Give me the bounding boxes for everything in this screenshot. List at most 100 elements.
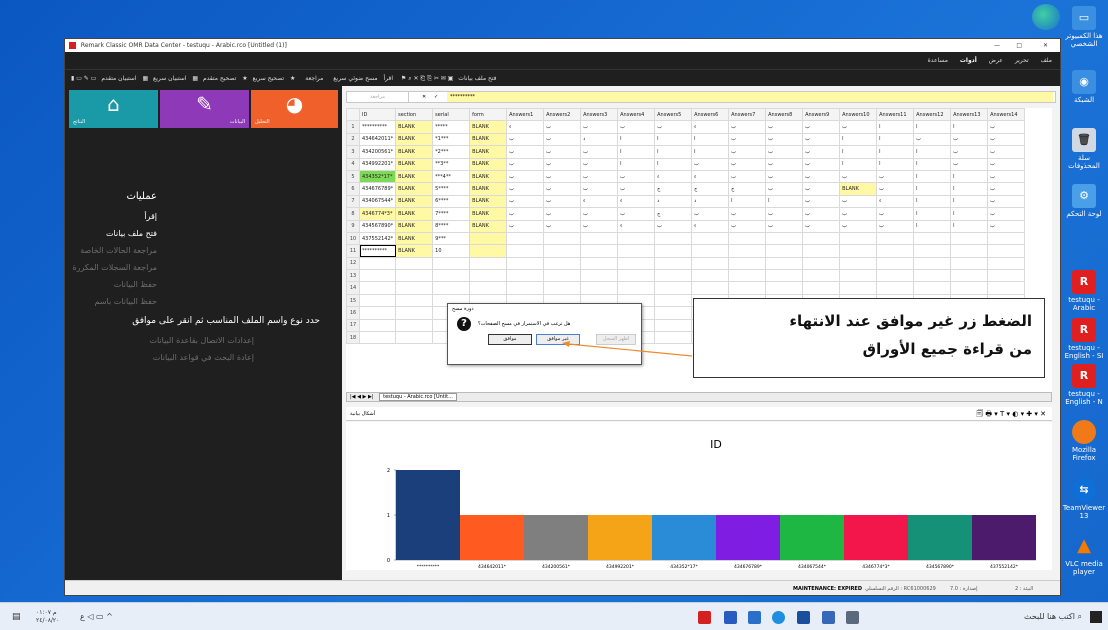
table-cell[interactable] bbox=[913, 244, 952, 258]
table-cell[interactable]: د bbox=[654, 194, 693, 209]
table-cell[interactable]: ********** bbox=[358, 120, 397, 134]
table-cell[interactable]: ا bbox=[617, 145, 656, 159]
table-cell[interactable]: 437552142* bbox=[358, 231, 397, 246]
column-header[interactable]: Answers3 bbox=[580, 108, 619, 122]
table-cell[interactable] bbox=[506, 269, 545, 283]
maximize-button[interactable]: □ bbox=[1016, 39, 1022, 52]
table-cell[interactable] bbox=[469, 231, 508, 246]
table-cell[interactable]: ا bbox=[617, 157, 656, 171]
column-header[interactable]: Answers12 bbox=[913, 108, 952, 122]
table-cell[interactable]: ب bbox=[802, 132, 841, 147]
taskbar-edge-icon[interactable] bbox=[772, 611, 785, 624]
table-cell[interactable] bbox=[691, 281, 730, 295]
table-cell[interactable]: ا bbox=[839, 145, 878, 159]
table-cell[interactable]: ء bbox=[506, 120, 545, 134]
save-icon[interactable]: ▣ ✉ ✂ ⎘ ⎗ ✕ ⌕ ⚑ bbox=[401, 75, 453, 82]
table-cell[interactable] bbox=[358, 281, 397, 295]
table-cell[interactable] bbox=[469, 256, 508, 271]
table-cell[interactable] bbox=[765, 244, 804, 258]
table-cell[interactable]: 6**** bbox=[432, 194, 471, 209]
table-cell[interactable]: BLANK bbox=[395, 194, 434, 209]
taskbar-explorer-icon[interactable] bbox=[748, 611, 761, 624]
minimize-button[interactable]: — bbox=[994, 39, 1000, 52]
table-cell[interactable] bbox=[432, 256, 471, 271]
table-cell[interactable] bbox=[950, 231, 989, 246]
table-cell[interactable] bbox=[395, 331, 434, 345]
menu-help[interactable]: مساعدة bbox=[928, 57, 948, 64]
table-cell[interactable] bbox=[469, 281, 508, 295]
table-cell[interactable] bbox=[358, 331, 397, 345]
table-cell[interactable]: ب bbox=[765, 145, 804, 159]
table-cell[interactable] bbox=[913, 231, 952, 246]
table-cell[interactable]: ب bbox=[802, 219, 841, 233]
table-cell[interactable]: ا bbox=[950, 219, 989, 233]
table-cell[interactable] bbox=[987, 281, 1026, 295]
row-number[interactable]: 9 bbox=[346, 219, 360, 233]
table-cell[interactable]: ب bbox=[913, 132, 952, 147]
table-cell[interactable] bbox=[913, 269, 952, 283]
desktop-icon-teamviewer[interactable]: ⇆ TeamViewer 13 bbox=[1062, 478, 1106, 520]
desktop-icon-firefox[interactable]: Mozilla Firefox bbox=[1062, 420, 1106, 462]
table-cell[interactable]: ا bbox=[839, 157, 878, 171]
row-number[interactable]: 10 bbox=[346, 231, 360, 246]
table-cell[interactable]: ب bbox=[802, 120, 841, 134]
table-cell[interactable] bbox=[802, 244, 841, 258]
row-number[interactable]: 12 bbox=[346, 256, 360, 271]
table-cell[interactable]: 434067544* bbox=[358, 194, 397, 209]
table-cell[interactable] bbox=[987, 256, 1026, 271]
row-number[interactable]: 3 bbox=[346, 145, 360, 159]
table-cell[interactable]: **3** bbox=[432, 157, 471, 171]
table-cell[interactable]: ا bbox=[691, 132, 730, 147]
table-cell[interactable]: ********** bbox=[358, 244, 397, 258]
desktop-icon-testuqu-english-n[interactable]: Rtestuqu - English - N bbox=[1062, 364, 1106, 406]
table-cell[interactable]: 434992201* bbox=[358, 157, 397, 171]
table-cell[interactable]: BLANK bbox=[839, 182, 878, 196]
table-cell[interactable] bbox=[506, 256, 545, 271]
table-cell[interactable]: ب bbox=[506, 219, 545, 233]
advanced-survey-button[interactable]: استبيان متقدم bbox=[101, 75, 136, 82]
table-cell[interactable] bbox=[691, 269, 730, 283]
table-cell[interactable]: ب bbox=[506, 145, 545, 159]
table-cell[interactable] bbox=[839, 231, 878, 246]
table-cell[interactable] bbox=[876, 281, 915, 295]
table-cell[interactable]: ب bbox=[506, 169, 545, 184]
table-cell[interactable]: ا bbox=[950, 120, 989, 134]
table-cell[interactable]: ب bbox=[987, 132, 1026, 147]
table-cell[interactable]: ب bbox=[839, 120, 878, 134]
table-cell[interactable]: ء bbox=[691, 219, 730, 233]
table-cell[interactable] bbox=[395, 269, 434, 283]
table-cell[interactable]: ب bbox=[765, 132, 804, 147]
table-cell[interactable]: ا bbox=[876, 132, 915, 147]
review-button[interactable]: مراجعة bbox=[305, 75, 323, 82]
menu-file[interactable]: ملف bbox=[1041, 57, 1052, 64]
row-number[interactable]: 17 bbox=[346, 318, 360, 333]
table-cell[interactable]: ب bbox=[950, 157, 989, 171]
table-cell[interactable] bbox=[728, 281, 767, 295]
table-cell[interactable]: ب bbox=[765, 169, 804, 184]
tray-icons[interactable]: ع ◁ ▭ ^ bbox=[80, 612, 113, 621]
table-cell[interactable]: ب bbox=[580, 182, 619, 196]
table-cell[interactable]: 5**** bbox=[432, 182, 471, 196]
table-cell[interactable] bbox=[580, 281, 619, 295]
table-cell[interactable]: 10 bbox=[432, 244, 471, 258]
table-cell[interactable]: ب bbox=[839, 219, 878, 233]
row-number[interactable]: 16 bbox=[346, 306, 360, 320]
table-cell[interactable] bbox=[802, 256, 841, 271]
table-cell[interactable] bbox=[654, 306, 693, 320]
table-cell[interactable]: BLANK bbox=[469, 157, 508, 171]
table-cell[interactable]: ا bbox=[950, 194, 989, 209]
table-cell[interactable] bbox=[654, 269, 693, 283]
column-header[interactable]: Answers1 bbox=[506, 108, 545, 122]
table-cell[interactable] bbox=[432, 281, 471, 295]
table-cell[interactable] bbox=[580, 231, 619, 246]
table-cell[interactable]: ب bbox=[506, 182, 545, 196]
table-cell[interactable]: BLANK bbox=[395, 231, 434, 246]
table-cell[interactable] bbox=[469, 244, 508, 258]
column-header[interactable]: Answers5 bbox=[654, 108, 693, 122]
table-cell[interactable] bbox=[876, 244, 915, 258]
table-cell[interactable]: ب bbox=[543, 182, 582, 196]
column-header[interactable]: Answers8 bbox=[765, 108, 804, 122]
row-number[interactable]: 4 bbox=[346, 157, 360, 171]
table-cell[interactable]: ب bbox=[802, 207, 841, 221]
table-cell[interactable]: ب bbox=[950, 145, 989, 159]
